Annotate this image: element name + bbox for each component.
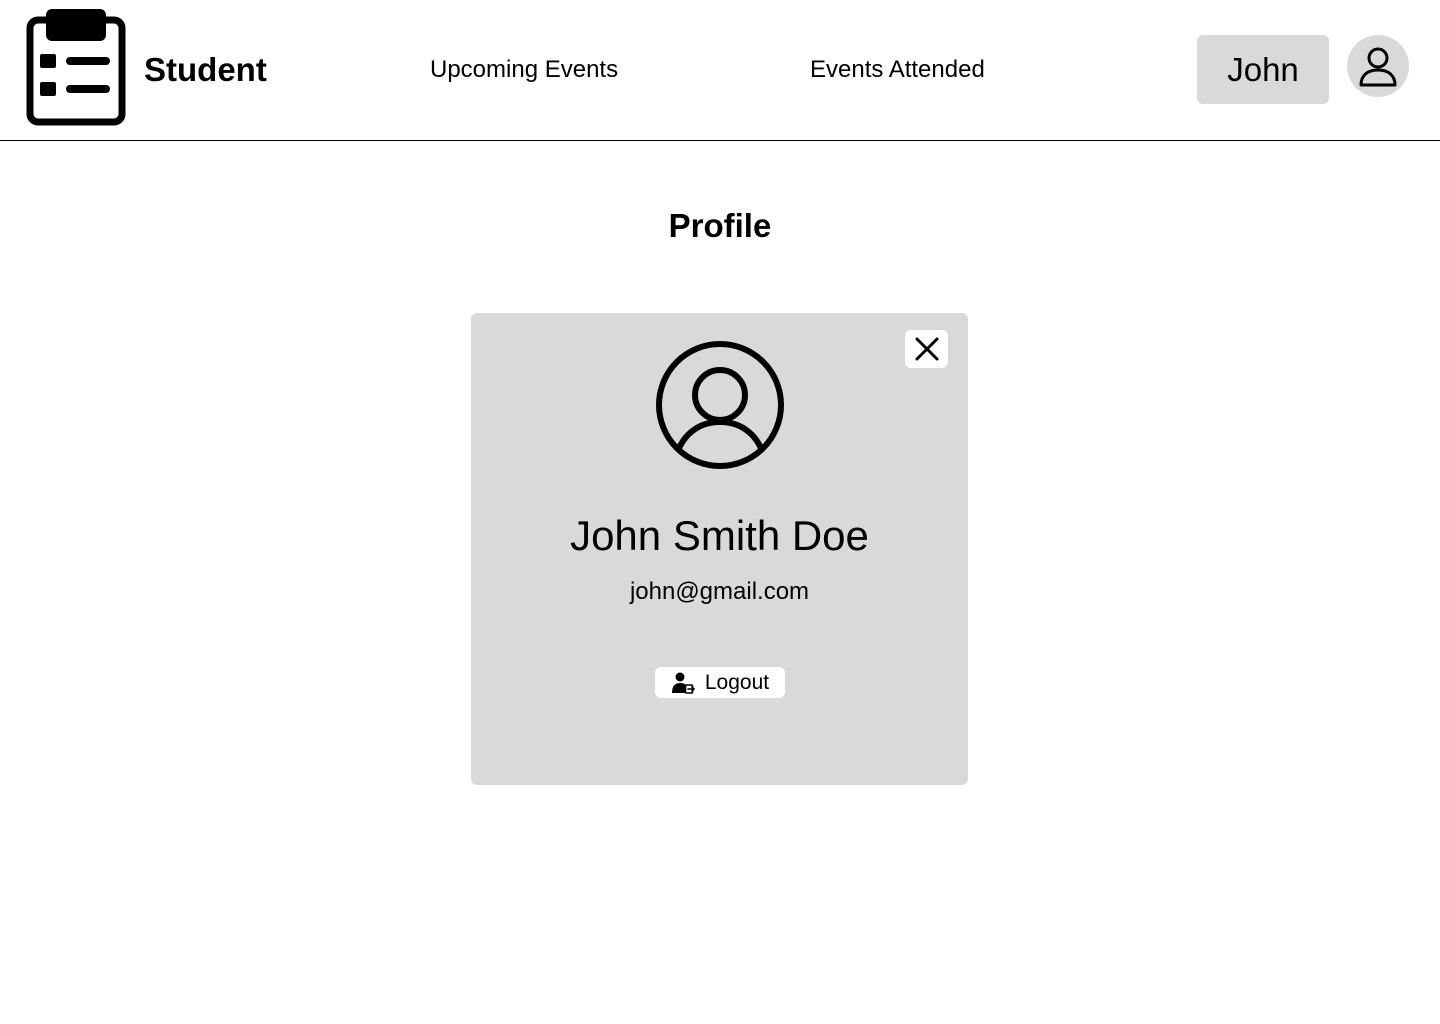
close-icon — [915, 337, 938, 361]
clipboard-list-icon — [26, 9, 126, 126]
profile-name: John Smith Doe — [570, 512, 869, 559]
brand-title: Student — [144, 51, 267, 88]
user-name-label: John — [1227, 50, 1299, 88]
logout-button[interactable]: Logout — [655, 667, 785, 698]
profile-avatar-button[interactable] — [1347, 35, 1409, 97]
top-header: Student Upcoming Events Events Attended … — [0, 0, 1440, 141]
close-button[interactable] — [905, 330, 948, 368]
user-icon — [1359, 47, 1397, 87]
user-circle-icon — [656, 341, 784, 469]
profile-email: john@gmail.com — [629, 578, 810, 605]
page-title: Profile — [668, 207, 772, 244]
nav-upcoming-events[interactable]: Upcoming Events — [430, 54, 618, 86]
logout-label: Logout — [704, 670, 770, 694]
user-name-button[interactable]: John — [1197, 35, 1329, 104]
profile-card: John Smith Doe john@gmail.com Logout — [471, 313, 968, 785]
user-logout-icon — [671, 672, 695, 694]
nav-events-attended[interactable]: Events Attended — [810, 54, 985, 86]
